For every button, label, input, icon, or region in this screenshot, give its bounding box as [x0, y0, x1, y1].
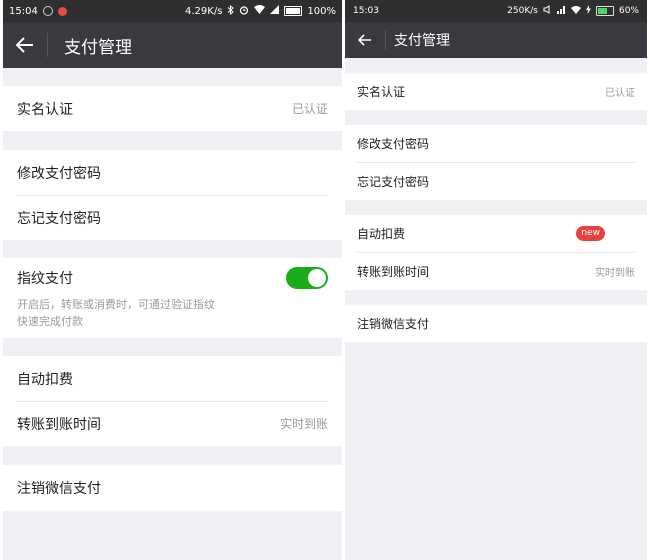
fingerprint-desc-line2: 快速完成付款	[17, 315, 83, 328]
status-time: 15:04	[9, 5, 38, 17]
auto-deduct-label: 自动扣费	[17, 371, 73, 388]
signal-icon	[556, 5, 566, 17]
notification-icon	[42, 6, 53, 16]
auto-deduct-label: 自动扣费	[357, 227, 406, 241]
toggle-knob	[308, 269, 326, 287]
realname-row[interactable]: 实名认证 已认证	[3, 86, 342, 131]
network-speed: 250K/s	[507, 6, 538, 16]
status-bar: 15:04 4.29K/s 100%	[3, 0, 342, 22]
arrival-time-label: 转账到账时间	[17, 416, 101, 433]
arrival-time-value: 实时到账	[279, 417, 328, 431]
cancel-wechat-pay-label: 注销微信支付	[357, 317, 430, 331]
bluetooth-icon	[227, 4, 235, 18]
arrival-time-label: 转账到账时间	[357, 265, 430, 279]
wifi-icon	[254, 5, 266, 17]
title-divider	[385, 30, 386, 50]
mute-icon	[543, 5, 552, 17]
payment-options-group: 自动扣费 转账到账时间 实时到账	[3, 356, 342, 446]
battery-icon	[595, 6, 614, 16]
forgot-password-label: 忘记支付密码	[17, 210, 101, 227]
forgot-password-row[interactable]: 忘记支付密码	[3, 195, 342, 240]
realname-status: 已认证	[291, 102, 328, 116]
fingerprint-desc-line1: 开启后，转账或消费时，可通过验证指纹	[17, 298, 215, 311]
fingerprint-row: 指纹支付	[3, 258, 342, 298]
cancel-wechat-pay-row[interactable]: 注销微信支付	[3, 465, 342, 511]
realname-group: 实名认证 已认证	[345, 73, 647, 110]
change-password-row[interactable]: 修改支付密码	[345, 125, 647, 162]
charging-icon	[585, 5, 591, 17]
auto-deduct-row[interactable]: 自动扣费	[3, 356, 342, 401]
page-title: 支付管理	[394, 33, 450, 49]
status-time: 15:03	[353, 6, 379, 16]
weibo-icon	[57, 6, 67, 16]
back-arrow-icon[interactable]	[3, 22, 47, 68]
title-bar: 支付管理	[345, 22, 647, 58]
alarm-icon	[239, 5, 249, 18]
realname-row[interactable]: 实名认证 已认证	[345, 73, 647, 110]
battery-percent: 100%	[307, 5, 336, 17]
realname-status: 已认证	[605, 88, 635, 99]
cancel-group: 注销微信支付	[3, 465, 342, 511]
fingerprint-label: 指纹支付	[17, 271, 73, 287]
change-password-label: 修改支付密码	[17, 165, 101, 182]
cancel-wechat-pay-label: 注销微信支付	[17, 481, 101, 497]
forgot-password-label: 忘记支付密码	[357, 175, 430, 189]
fingerprint-group: 指纹支付 开启后，转账或消费时，可通过验证指纹 快速完成付款	[3, 258, 342, 338]
cancel-wechat-pay-row[interactable]: 注销微信支付	[345, 305, 647, 342]
network-speed: 4.29K/s	[185, 5, 223, 17]
battery-percent: 60%	[618, 6, 639, 16]
payment-options-group: 自动扣费 new 转账到账时间 实时到账	[345, 215, 647, 290]
fingerprint-description: 开启后，转账或消费时，可通过验证指纹 快速完成付款	[17, 296, 282, 330]
signal-icon	[270, 5, 280, 17]
wifi-icon	[570, 5, 581, 17]
password-group: 修改支付密码 忘记支付密码	[3, 150, 342, 240]
arrival-time-value: 实时到账	[595, 268, 635, 279]
battery-icon	[284, 6, 303, 16]
left-screen: 15:04 4.29K/s 100% 支付管理 实名认证 已认证 修改支付密码 …	[3, 0, 342, 560]
forgot-password-row[interactable]: 忘记支付密码	[345, 163, 647, 200]
status-bar: 15:03 250K/s 60%	[345, 0, 647, 22]
title-divider	[47, 33, 48, 57]
change-password-row[interactable]: 修改支付密码	[3, 150, 342, 195]
page-title: 支付管理	[64, 37, 132, 58]
auto-deduct-row[interactable]: 自动扣费 new	[345, 215, 647, 252]
title-bar: 支付管理	[3, 22, 342, 68]
right-screen: 15:03 250K/s 60% 支付管理 实名认证 已认证 修改支付密码 忘记…	[345, 0, 647, 560]
fingerprint-toggle[interactable]	[286, 267, 328, 289]
new-badge: new	[576, 226, 605, 241]
realname-group: 实名认证 已认证	[3, 86, 342, 131]
password-group: 修改支付密码 忘记支付密码	[345, 125, 647, 200]
cancel-group: 注销微信支付	[345, 305, 647, 342]
realname-label: 实名认证	[357, 85, 406, 99]
arrival-time-row[interactable]: 转账到账时间 实时到账	[3, 401, 342, 446]
change-password-label: 修改支付密码	[357, 137, 430, 151]
arrival-time-row[interactable]: 转账到账时间 实时到账	[345, 253, 647, 290]
back-arrow-icon[interactable]	[345, 22, 385, 58]
realname-label: 实名认证	[17, 101, 73, 118]
